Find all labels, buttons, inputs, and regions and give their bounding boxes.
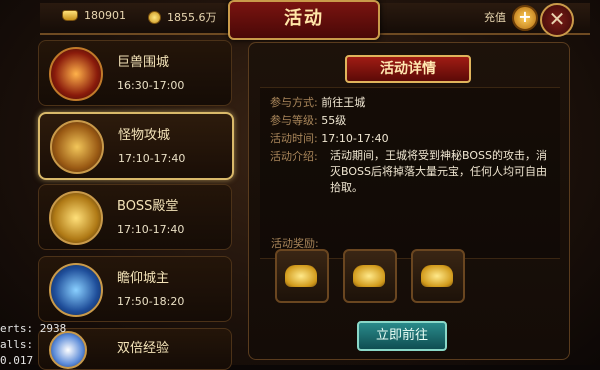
intro-text: 活动期间，王城将受到神秘BOSS的攻击，消灭BOSS后将掉落大量元宝，任何人均可… [330,149,547,194]
time-label: 活动时间: [270,132,318,145]
activity-item-worship-lord[interactable]: 瞻仰城主 17:50-18:20 [38,256,232,322]
debug-line-2: alls: [0,338,34,351]
go-now-button[interactable]: 立即前往 [357,321,447,351]
hooded-figure-icon [49,263,103,317]
gold-ingot-icon [285,265,317,287]
level-label: 参与等级: [270,114,318,127]
window-title-plate: 活动 [228,0,380,40]
intro-row: 活动介绍: [270,148,318,164]
game-window: 180901 1855.6万 活动 充值 + ✕ 巨兽围城 16:30-17:0… [0,0,600,370]
gold-ingot-icon [353,265,385,287]
double-exp-icon [49,331,87,369]
activity-name: 巨兽围城 [117,55,170,70]
debug-line-3: 0.017 [0,354,34,367]
reward-slot-2[interactable] [343,249,397,303]
gold-amount: 1855.6万 [167,11,217,24]
golden-helmet-icon [49,191,103,245]
activity-item-monster-attack[interactable]: 怪物攻城 17:10-17:40 [38,112,234,180]
reward-slot-3[interactable] [411,249,465,303]
activity-time: 16:30-17:00 [117,79,185,92]
participation-row: 参与方式: 前往王城 [270,94,365,110]
activity-name: 双倍经验 [117,341,170,356]
ingot-icon [62,10,78,21]
ingot-amount: 180901 [84,9,126,22]
reward-slot-1[interactable] [275,249,329,303]
intro-label: 活动介绍: [270,150,318,163]
activity-name: BOSS殿堂 [117,199,179,214]
window-title: 活动 [284,8,324,29]
detail-title: 活动详情 [345,55,471,83]
level-row: 参与等级: 55级 [270,112,346,128]
recharge-label[interactable]: 充值 [484,9,506,25]
detail-panel: 活动详情 参与方式: 前往王城 参与等级: 55级 活动时间: 17:10-17… [248,42,570,360]
beast-head-icon [49,47,103,101]
ingot-resource: 180901 [62,9,126,22]
demon-mask-icon [50,120,104,174]
detail-info: 参与方式: 前往王城 参与等级: 55级 活动时间: 17:10-17:40 活… [260,87,560,259]
gold-resource: 1855.6万 [148,9,217,25]
activity-list: 巨兽围城 16:30-17:00 怪物攻城 17:10-17:40 BOSS殿堂… [28,38,236,370]
close-button[interactable]: ✕ [540,3,574,37]
activity-time: 17:50-18:20 [117,295,185,308]
activity-time: 17:10-17:40 [117,223,185,236]
participation-value: 前往王城 [321,96,366,109]
activity-item-beast-siege[interactable]: 巨兽围城 16:30-17:00 [38,40,232,106]
activity-time: 17:10-17:40 [118,152,186,165]
level-value: 55级 [321,114,347,127]
activity-name: 怪物攻城 [118,128,171,143]
activity-name: 瞻仰城主 [117,271,170,286]
gold-ingot-icon [421,265,453,287]
activity-item-boss-hall[interactable]: BOSS殿堂 17:10-17:40 [38,184,232,250]
participation-label: 参与方式: [270,96,318,109]
gold-coin-icon [148,10,161,24]
time-value: 17:10-17:40 [321,132,389,145]
activity-item-double-exp[interactable]: 双倍经验 [38,328,232,370]
debug-line-1: erts: 2938 [0,322,67,335]
recharge-plus-button[interactable]: + [512,5,538,31]
time-row: 活动时间: 17:10-17:40 [270,130,389,146]
